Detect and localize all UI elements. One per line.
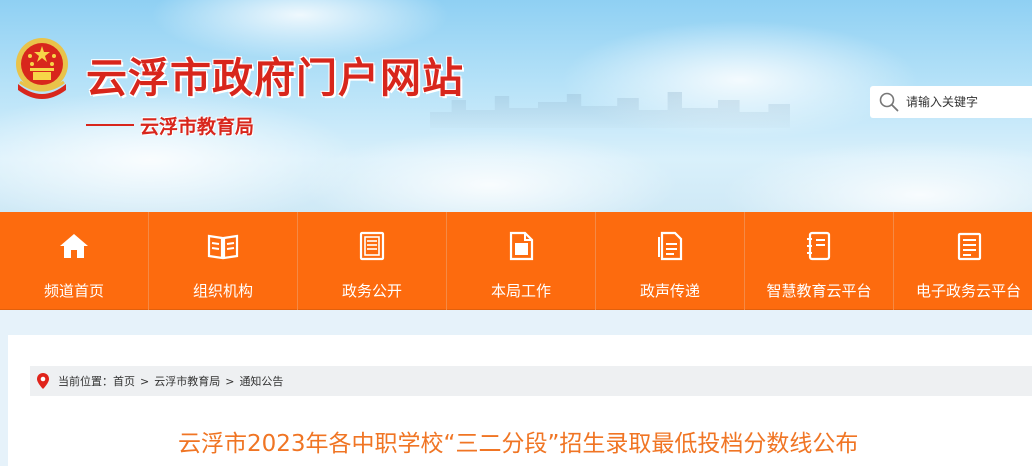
breadcrumb-education-bureau[interactable]: 云浮市教育局 [154,373,220,389]
notebook-icon [807,231,831,261]
nav-label: 政务公开 [341,282,402,300]
document-list-icon [359,231,385,261]
department-subtitle[interactable]: 云浮市教育局 [140,112,254,139]
nav-item-voice-transmission[interactable]: 政声传递 [596,212,745,310]
breadcrumb: 当前位置： 首页 > 云浮市教育局 > 通知公告 [30,366,1032,396]
nav-label: 政声传递 [639,282,700,300]
national-emblem-icon [16,38,68,99]
nav-label: 组织机构 [192,282,253,300]
nav-item-organization[interactable]: 组织机构 [149,212,298,310]
nav-label: 本局工作 [490,282,551,300]
nav-label: 电子政务云平台 [915,282,1021,300]
subtitle-dash [86,124,134,126]
nav-item-channel-home[interactable]: 频道首页 [0,212,149,310]
main-nav: 频道首页 组织机构 政务公开 本局工作 政声传递 智慧教育云平台 电子政务云平台 [0,212,1032,310]
article-title: 云浮市2023年各中职学校“三二分段”招生录取最低投档分数线公布 [178,431,859,457]
home-icon [60,234,88,258]
file-icon [509,231,534,261]
open-book-icon [207,234,239,260]
search-input[interactable] [906,95,1026,109]
location-pin-icon [37,373,49,389]
breadcrumb-separator: > [140,374,150,388]
nav-item-government-affairs[interactable]: 政务公开 [298,212,447,310]
cloud-decoration [300,130,680,212]
header-banner: 云浮市政府门户网站 云浮市教育局 [0,0,1032,212]
notes-icon [957,232,981,261]
breadcrumb-home[interactable]: 首页 [113,373,135,389]
document-copy-icon [658,231,683,261]
nav-label: 智慧教育云平台 [766,282,872,300]
nav-label: 频道首页 [43,282,104,300]
site-title[interactable]: 云浮市政府门户网站 [86,44,464,104]
nav-item-smart-education-cloud[interactable]: 智慧教育云平台 [745,212,894,310]
breadcrumb-separator: > [225,374,235,388]
breadcrumb-notices[interactable]: 通知公告 [239,373,283,389]
breadcrumb-prefix: 当前位置： [58,375,113,388]
search-icon[interactable] [878,91,900,113]
nav-item-e-government-cloud[interactable]: 电子政务云平台 [894,212,1032,310]
cloud-decoration [720,140,1032,212]
nav-item-bureau-work[interactable]: 本局工作 [447,212,596,310]
search-box[interactable] [870,86,1032,118]
